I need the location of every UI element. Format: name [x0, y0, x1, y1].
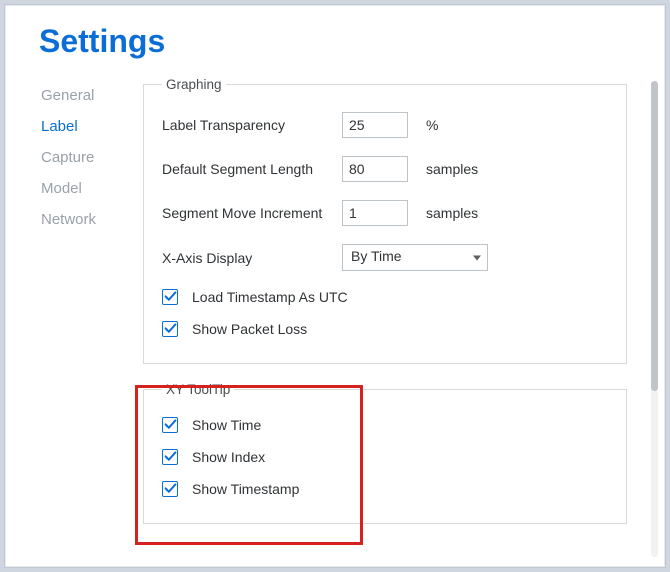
load-timestamp-utc-checkbox[interactable] — [162, 289, 178, 305]
row-show-index: Show Index — [162, 449, 608, 465]
scrollbar-thumb[interactable] — [651, 81, 658, 391]
default-segment-length-unit: samples — [426, 161, 478, 177]
sidebar-item-general[interactable]: General — [41, 87, 131, 104]
sidebar-item-model[interactable]: Model — [41, 180, 131, 197]
default-segment-length-input[interactable] — [342, 156, 408, 182]
segment-move-increment-unit: samples — [426, 205, 478, 221]
label-transparency-unit: % — [426, 117, 438, 133]
xy-tooltip-legend: XY ToolTip — [162, 382, 234, 397]
scrollbar-track[interactable] — [651, 81, 658, 557]
sidebar-item-label[interactable]: Label — [41, 118, 131, 135]
row-show-timestamp: Show Timestamp — [162, 481, 608, 497]
chevron-down-icon — [473, 255, 481, 260]
label-transparency-label: Label Transparency — [162, 117, 342, 133]
row-show-time: Show Time — [162, 417, 608, 433]
label-transparency-input[interactable] — [342, 112, 408, 138]
check-icon — [164, 418, 177, 431]
segment-move-increment-label: Segment Move Increment — [162, 205, 342, 221]
settings-sidebar: General Label Capture Model Network — [41, 87, 131, 242]
settings-window: Settings General Label Capture Model Net… — [4, 4, 666, 568]
row-default-segment-length: Default Segment Length samples — [162, 156, 608, 182]
row-segment-move-increment: Segment Move Increment samples — [162, 200, 608, 226]
graphing-group: Graphing Label Transparency % Default Se… — [143, 77, 627, 364]
row-show-packet-loss: Show Packet Loss — [162, 321, 608, 337]
show-time-checkbox[interactable] — [162, 417, 178, 433]
xy-tooltip-group: XY ToolTip Show Time Show Index Show Tim… — [143, 382, 627, 524]
x-axis-display-label: X-Axis Display — [162, 250, 342, 266]
settings-content: Graphing Label Transparency % Default Se… — [143, 77, 627, 561]
x-axis-display-value: By Time — [351, 248, 402, 264]
segment-move-increment-input[interactable] — [342, 200, 408, 226]
check-icon — [164, 290, 177, 303]
sidebar-item-network[interactable]: Network — [41, 211, 131, 228]
row-load-timestamp-utc: Load Timestamp As UTC — [162, 289, 608, 305]
x-axis-display-select[interactable]: By Time — [342, 244, 488, 271]
load-timestamp-utc-label: Load Timestamp As UTC — [192, 289, 348, 305]
default-segment-length-label: Default Segment Length — [162, 161, 342, 177]
show-index-label: Show Index — [192, 449, 265, 465]
show-index-checkbox[interactable] — [162, 449, 178, 465]
check-icon — [164, 322, 177, 335]
show-timestamp-label: Show Timestamp — [192, 481, 299, 497]
row-x-axis-display: X-Axis Display By Time — [162, 244, 608, 271]
show-time-label: Show Time — [192, 417, 261, 433]
check-icon — [164, 482, 177, 495]
show-packet-loss-label: Show Packet Loss — [192, 321, 307, 337]
sidebar-item-capture[interactable]: Capture — [41, 149, 131, 166]
row-label-transparency: Label Transparency % — [162, 112, 608, 138]
page-title: Settings — [39, 23, 165, 60]
show-timestamp-checkbox[interactable] — [162, 481, 178, 497]
check-icon — [164, 450, 177, 463]
show-packet-loss-checkbox[interactable] — [162, 321, 178, 337]
graphing-legend: Graphing — [162, 77, 226, 92]
